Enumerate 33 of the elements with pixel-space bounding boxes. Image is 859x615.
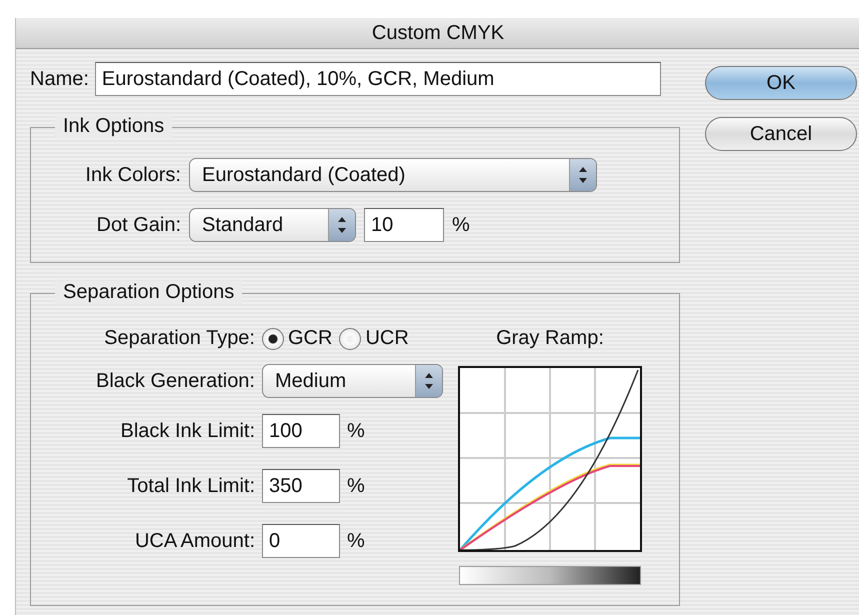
dot-gain-field[interactable]: 10 xyxy=(364,208,444,242)
radio-icon[interactable] xyxy=(262,328,284,350)
limit-field[interactable]: 0 xyxy=(262,524,340,558)
ramp-label: Gray Ramp: xyxy=(496,327,604,350)
radio-option[interactable]: UCR xyxy=(339,327,409,350)
limit-label: UCA Amount: xyxy=(134,530,255,552)
radio-option[interactable]: GCR xyxy=(262,327,332,350)
ink-colors-label: Ink Colors: xyxy=(84,164,181,186)
ok-button[interactable]: OK xyxy=(705,66,857,100)
stepper-icon xyxy=(569,159,596,191)
dot-gain-popup[interactable]: Standard xyxy=(189,208,356,242)
limit-label: Black Ink Limit: xyxy=(120,420,255,442)
name-label: Name: xyxy=(30,68,89,90)
group-title: Separation Options xyxy=(55,281,242,304)
percent-label: % xyxy=(452,214,470,236)
radio-icon[interactable] xyxy=(339,328,362,350)
percent-label: % xyxy=(347,530,365,552)
limit-field[interactable]: 350 xyxy=(262,469,340,503)
generation-label: Black Generation: xyxy=(95,370,255,392)
dot-gain-label: Dot Gain: xyxy=(96,214,181,236)
cancel-button[interactable]: Cancel xyxy=(705,117,857,151)
stepper-icon xyxy=(415,365,442,397)
generation-popup[interactable]: Medium xyxy=(262,364,443,398)
limit-field[interactable]: 100 xyxy=(262,414,340,448)
window-title: Custom CMYK xyxy=(372,22,504,44)
separation-type-label: Separation Type: xyxy=(103,327,255,350)
ink-colors-popup[interactable]: Eurostandard (Coated) xyxy=(189,158,597,192)
limit-label: Total Ink Limit: xyxy=(126,474,255,498)
stepper-icon xyxy=(328,209,355,241)
group-title: Ink Options xyxy=(55,115,172,138)
percent-label: % xyxy=(347,474,365,498)
percent-label: % xyxy=(347,420,365,442)
name-field[interactable]: Eurostandard (Coated), 10%, GCR, Medium xyxy=(94,62,661,96)
